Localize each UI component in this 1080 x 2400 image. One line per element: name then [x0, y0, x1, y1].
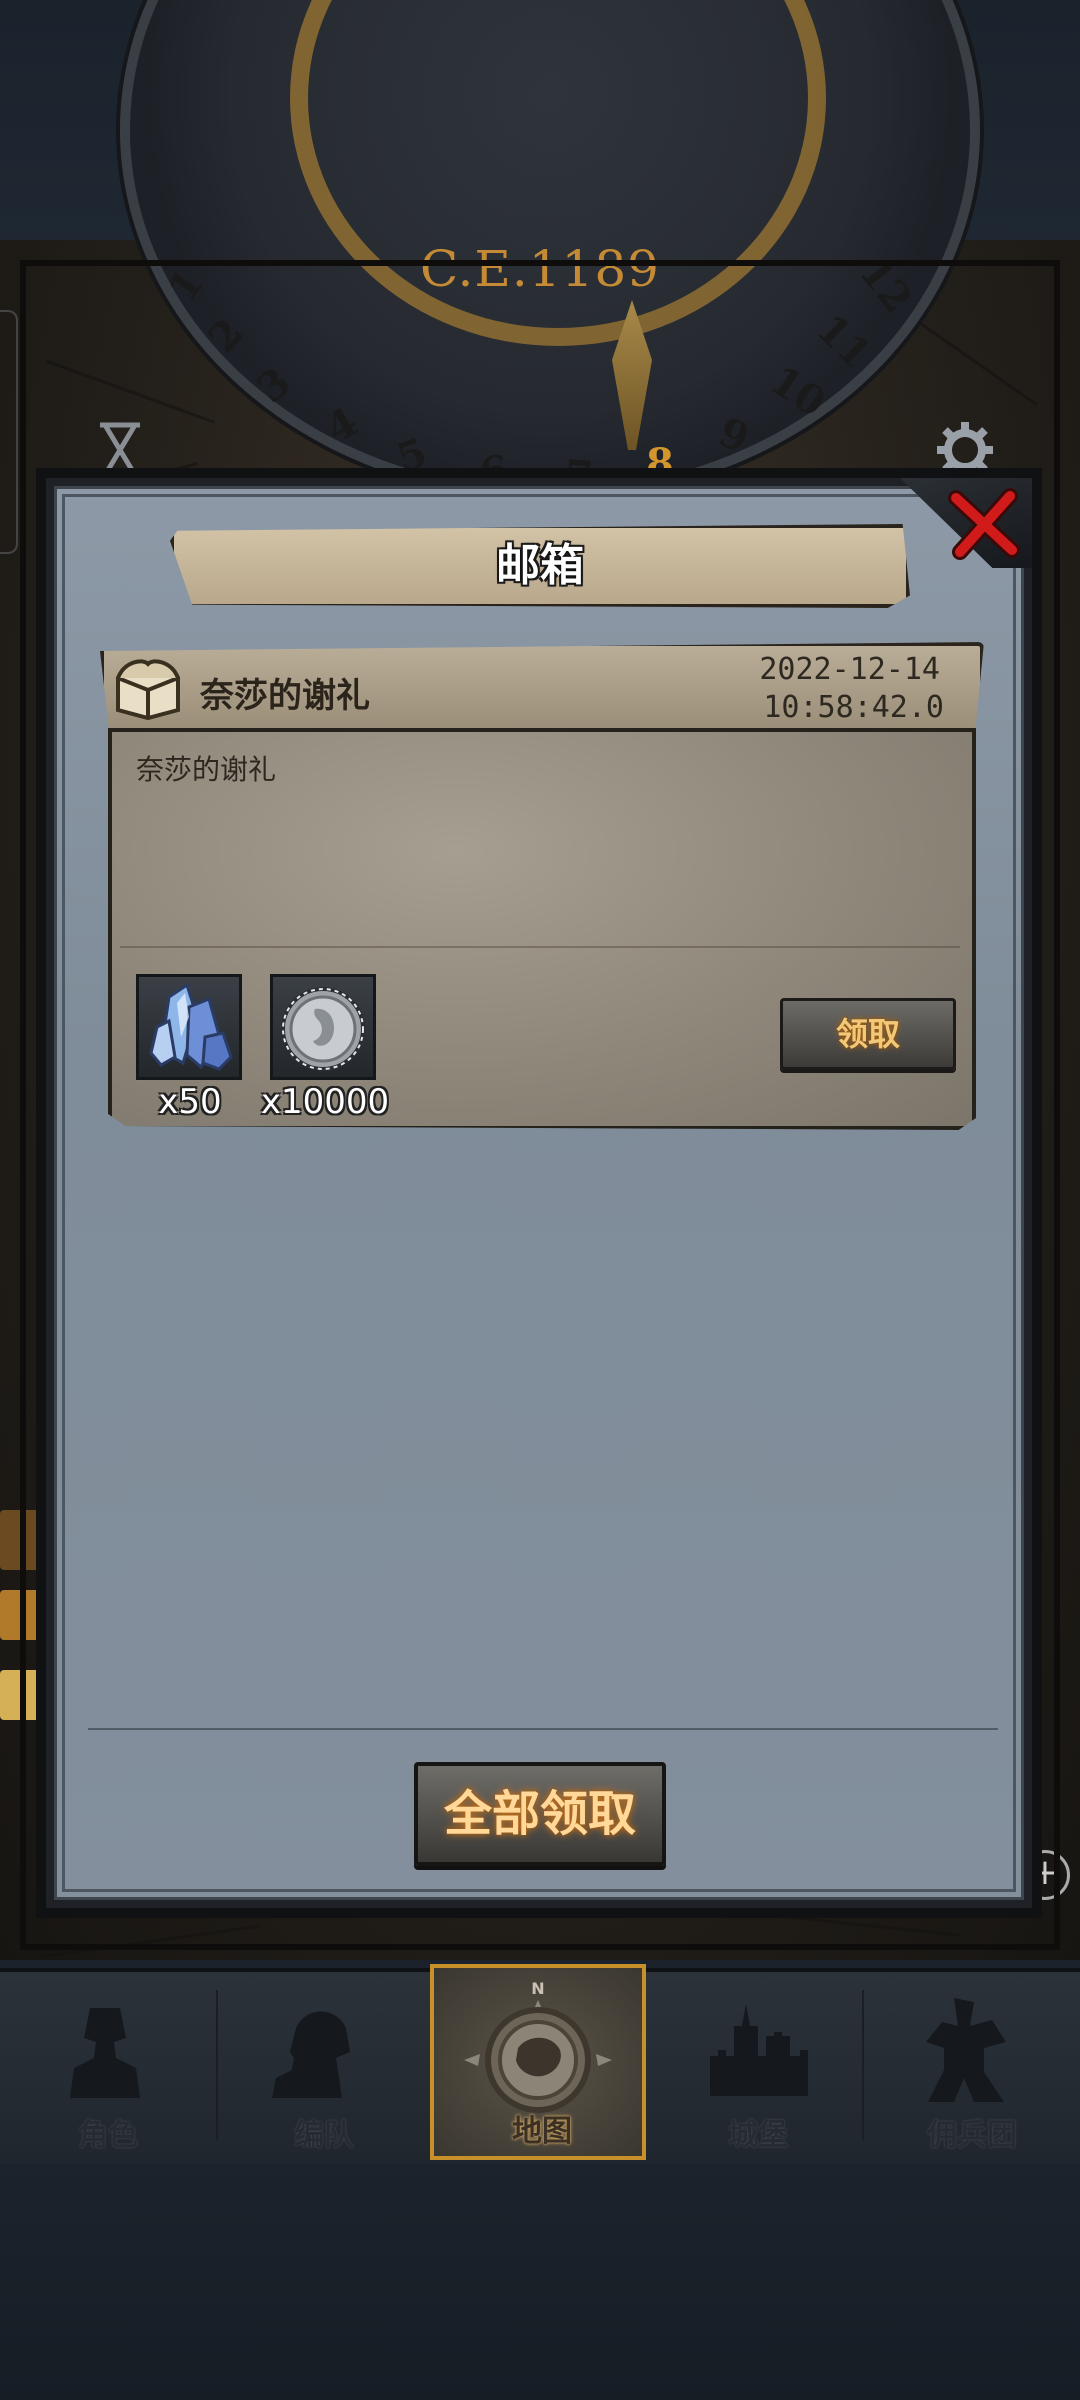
reward-quantity: x10000 [260, 1082, 390, 1122]
silver-coin-icon [281, 987, 365, 1071]
divider [120, 946, 960, 948]
mail-time: 10:58:42.0 [763, 690, 944, 725]
treasure-chest-icon [112, 652, 184, 722]
crystal-icon [149, 982, 233, 1071]
nav-item-map[interactable]: N 地图 [430, 1964, 646, 2160]
claim-all-button-label[interactable]: 全部领取 [414, 1762, 666, 1866]
mail-date: 2022-12-14 [759, 652, 940, 687]
nav-item-castle[interactable]: 城堡 [650, 1968, 866, 2160]
nav-label: 角色 [78, 2118, 138, 2153]
mail-subject: 奈莎的谢礼 [200, 676, 370, 716]
nav-label: 佣兵团 [927, 2118, 1017, 2153]
navigation-bar-area [0, 2160, 1080, 2400]
nav-item-mercenary[interactable]: 佣兵团 [864, 1968, 1080, 2160]
svg-text:N: N [531, 1979, 544, 1998]
divider [88, 1728, 998, 1730]
reward-quantity: x50 [158, 1082, 222, 1122]
side-drawer-handle[interactable] [0, 310, 18, 554]
knight-icon [70, 2008, 140, 2098]
reward-slot-silver[interactable] [270, 974, 376, 1080]
nav-item-character[interactable]: 角色 [0, 1968, 216, 2160]
squad-icon [272, 2011, 350, 2098]
close-icon [948, 488, 1020, 560]
mercenary-icon [926, 1998, 1006, 2102]
claim-button-label[interactable]: 领取 [780, 998, 956, 1070]
nav-label: 地图 [512, 2114, 572, 2149]
reward-slot-crystal[interactable] [136, 974, 242, 1080]
castle-icon [710, 2004, 808, 2096]
nav-item-formation[interactable]: 编队 [216, 1968, 432, 2160]
modal-title: 邮箱 [496, 540, 584, 591]
nav-label: 城堡 [728, 2118, 788, 2153]
compass-map-icon: N [464, 1979, 612, 2113]
mail-content-text: 奈莎的谢礼 [136, 753, 277, 786]
nav-label: 编队 [294, 2118, 354, 2153]
close-button[interactable] [948, 488, 1020, 560]
